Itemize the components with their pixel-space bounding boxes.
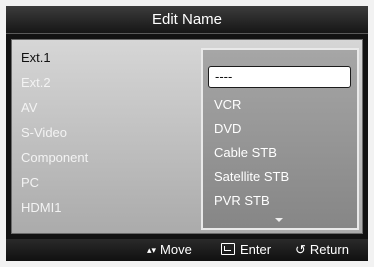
enter-icon xyxy=(221,243,235,255)
enter-hint: Enter xyxy=(221,239,271,261)
dialog-title: Edit Name xyxy=(6,6,368,34)
source-name: S-Video xyxy=(21,125,68,140)
return-icon: ↺ xyxy=(295,242,306,257)
dropdown-option-dvd[interactable]: DVD xyxy=(214,118,354,140)
source-list-panel: Ext.1 : Ext.2 : AV : S-Video : Component… xyxy=(11,39,363,234)
dropdown-option-satellite-stb[interactable]: Satellite STB xyxy=(214,166,354,188)
source-name: Ext.1 xyxy=(21,50,51,65)
up-down-arrow-icon: ▴▾ xyxy=(147,245,157,255)
source-name: Ext.2 xyxy=(21,75,51,90)
device-name-dropdown[interactable]: ---- VCR DVD Cable STB Satellite STB PVR… xyxy=(201,48,359,230)
source-name: PC xyxy=(21,175,40,190)
source-name: HDMI1 xyxy=(21,200,62,215)
move-label: Move xyxy=(160,242,192,257)
dropdown-option-pvr-stb[interactable]: PVR STB xyxy=(214,190,354,212)
dropdown-option-vcr[interactable]: VCR xyxy=(214,94,354,116)
dropdown-option-cable-stb[interactable]: Cable STB xyxy=(214,142,354,164)
source-name: AV xyxy=(21,100,38,115)
scroll-down-arrow-icon[interactable] xyxy=(275,218,283,222)
dropdown-selected-option[interactable]: ---- xyxy=(208,66,351,88)
return-label: Return xyxy=(309,242,349,257)
source-name: Component xyxy=(21,150,89,165)
edit-name-dialog: Edit Name Ext.1 : Ext.2 : AV : S-Video :… xyxy=(0,0,374,267)
return-hint: ↺ Return xyxy=(295,239,349,261)
dialog-content: Ext.1 : Ext.2 : AV : S-Video : Component… xyxy=(6,34,368,239)
move-hint: ▴▾ Move xyxy=(147,239,192,261)
footer-hint-bar: ▴▾ Move Enter ↺ Return xyxy=(6,239,368,261)
enter-label: Enter xyxy=(240,242,272,257)
